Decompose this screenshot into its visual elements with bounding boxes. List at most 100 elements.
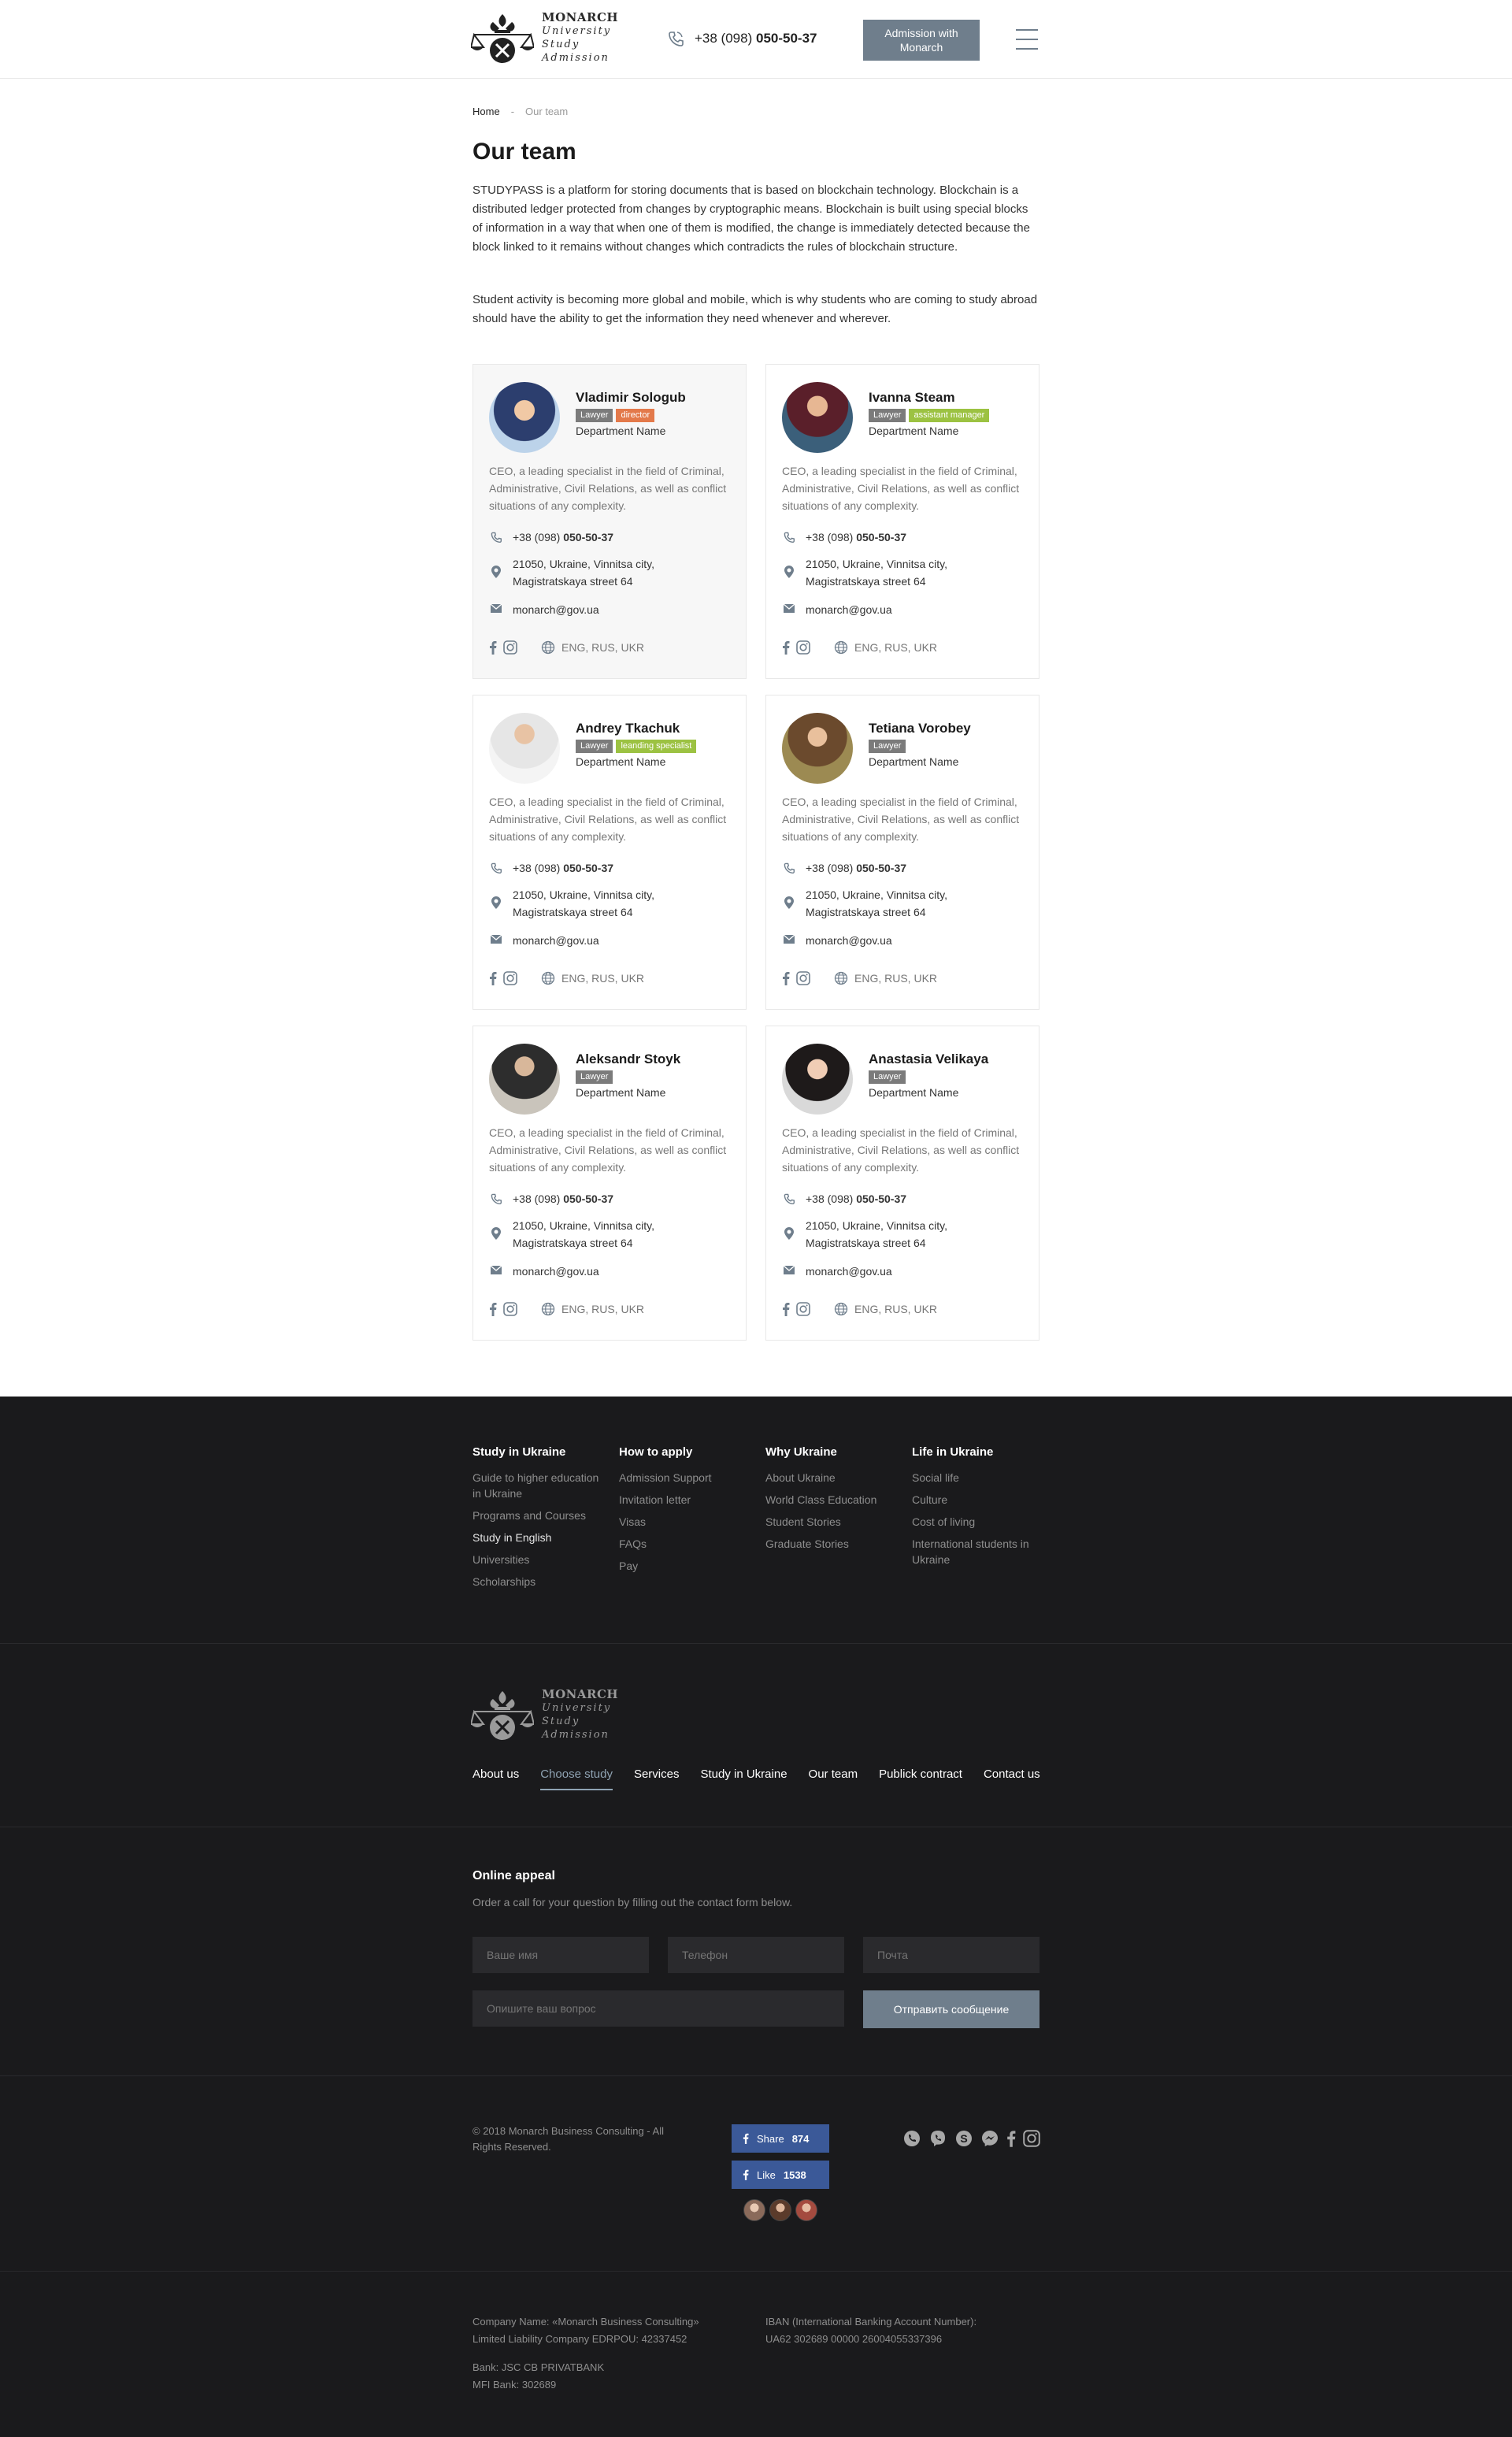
team-card: Vladimir Sologub Lawyer director Departme… (472, 364, 747, 679)
member-social-row: ENG, RUS, UKR (782, 971, 937, 985)
member-email[interactable]: monarch@gov.ua (782, 601, 892, 618)
phone-input[interactable] (668, 1937, 844, 1973)
facebook-like-button[interactable]: Like 1538 (732, 2161, 829, 2189)
footer-logo[interactable]: MONARCH University Study Admission (469, 1688, 621, 1745)
footer-column-title: How to apply (619, 1445, 693, 1459)
footer-link[interactable]: Study in English (472, 1530, 606, 1545)
site-header: MONARCH University Study Admission +38 (… (0, 0, 1512, 79)
instagram-icon[interactable] (1023, 2130, 1040, 2147)
footer-link[interactable]: FAQs (619, 1536, 753, 1552)
member-email[interactable]: monarch@gov.ua (782, 1263, 892, 1280)
footer-nav-item[interactable]: Contact us (984, 1767, 1040, 1790)
footer-link[interactable]: Universities (472, 1552, 606, 1567)
footer-link[interactable]: Graduate Stories (765, 1536, 899, 1552)
like-label: Like (757, 2168, 776, 2181)
like-count: 1538 (783, 2168, 806, 2181)
facebook-icon[interactable] (1006, 2130, 1016, 2147)
admission-button[interactable]: Admission with Monarch (863, 20, 980, 61)
instagram-icon[interactable] (503, 971, 517, 985)
footer-link[interactable]: International students in Ukraine (912, 1536, 1046, 1567)
avatar (489, 713, 560, 784)
member-address: 21050, Ukraine, Vinnitsa city, Magistrats… (782, 886, 947, 921)
member-description: CEO, a leading specialist in the field o… (489, 796, 727, 843)
footer-link[interactable]: Culture (912, 1492, 1046, 1508)
email-input[interactable] (863, 1937, 1040, 1973)
member-email[interactable]: monarch@gov.ua (489, 932, 599, 949)
facebook-icon[interactable] (782, 640, 790, 655)
footer-link[interactable]: Student Stories (765, 1514, 899, 1530)
footer-nav-item[interactable]: Services (634, 1767, 680, 1790)
footer-link[interactable]: Programs and Courses (472, 1508, 606, 1523)
footer-link[interactable]: Cost of living (912, 1514, 1046, 1530)
member-social-row: ENG, RUS, UKR (782, 1302, 937, 1316)
facebook-icon[interactable] (489, 640, 497, 655)
footer-column: Life in Ukraine Social life Culture Cost of… (912, 1445, 1046, 1574)
messenger-icon[interactable] (980, 2129, 999, 2148)
member-name: Ivanna Steam (869, 390, 955, 405)
company-name: Company Name: «Monarch Business Consulti… (472, 2316, 699, 2328)
role-badges: Lawyer director (576, 409, 655, 422)
header-phone[interactable]: +38 (098) 050-50-37 (668, 29, 817, 48)
facebook-icon[interactable] (489, 1302, 497, 1316)
bank-info: Bank: JSC CB PRIVATBANK MFI Bank: 302689 (472, 2359, 604, 2394)
footer-link[interactable]: Pay (619, 1558, 753, 1574)
member-name: Tetiana Vorobey (869, 721, 971, 736)
member-phone[interactable]: +38 (098) 050-50-37 (489, 859, 613, 877)
footer-column-title: Study in Ukraine (472, 1445, 566, 1459)
footer-link[interactable]: Social life (912, 1470, 1046, 1486)
member-email[interactable]: monarch@gov.ua (489, 1263, 599, 1280)
footer-link[interactable]: Invitation letter (619, 1492, 753, 1508)
member-phone-number: 050-50-37 (856, 862, 907, 874)
viber-icon[interactable] (928, 2129, 947, 2148)
member-name: Anastasia Velikaya (869, 1052, 989, 1066)
logo-line-admission: Admission (542, 1729, 610, 1741)
instagram-icon[interactable] (796, 971, 810, 985)
menu-icon[interactable] (1016, 29, 1038, 50)
member-phone[interactable]: +38 (098) 050-50-37 (782, 1190, 906, 1207)
member-phone[interactable]: +38 (098) 050-50-37 (489, 1190, 613, 1207)
member-email[interactable]: monarch@gov.ua (489, 601, 599, 618)
submit-button[interactable]: Отправить сообщение (863, 1990, 1040, 2028)
whatsapp-icon[interactable] (902, 2129, 921, 2148)
name-input[interactable] (472, 1937, 649, 1973)
footer-link[interactable]: Admission Support (619, 1470, 753, 1486)
team-card: Aleksandr Stoyk Lawyer Department Name C… (472, 1026, 747, 1341)
monarch-logo[interactable]: MONARCH University Study Admission (469, 11, 621, 68)
member-address-line-2: Magistratskaya street 64 (806, 1237, 926, 1249)
facebook-icon[interactable] (489, 971, 497, 985)
breadcrumb-home[interactable]: Home (472, 106, 500, 117)
instagram-icon[interactable] (796, 640, 810, 655)
member-email[interactable]: monarch@gov.ua (782, 932, 892, 949)
footer-column: How to apply Admission Support Invitation … (619, 1445, 753, 1580)
footer-logo-text: MONARCH University Study Admission (542, 1688, 618, 1742)
skype-icon[interactable]: S (954, 2129, 973, 2148)
footer-nav-item[interactable]: About us (472, 1767, 519, 1790)
footer-link[interactable]: Scholarships (472, 1574, 606, 1589)
facebook-icon[interactable] (782, 971, 790, 985)
member-description: CEO, a leading specialist in the field o… (782, 465, 1020, 512)
member-phone[interactable]: +38 (098) 050-50-37 (782, 529, 906, 546)
footer-link[interactable]: About Ukraine (765, 1470, 899, 1486)
member-phone[interactable]: +38 (098) 050-50-37 (782, 859, 906, 877)
instagram-icon[interactable] (796, 1302, 810, 1316)
facebook-share-button[interactable]: Share 874 (732, 2124, 829, 2153)
instagram-icon[interactable] (503, 640, 517, 655)
member-address-line-1: 21050, Ukraine, Vinnitsa city, (806, 888, 948, 901)
member-phone[interactable]: +38 (098) 050-50-37 (489, 529, 613, 546)
footer-link[interactable]: Guide to higher education in Ukraine (472, 1470, 606, 1501)
member-address: 21050, Ukraine, Vinnitsa city, Magistrats… (782, 1217, 947, 1252)
footer-nav-item[interactable]: Choose study (540, 1767, 613, 1790)
question-input[interactable] (472, 1990, 844, 2027)
role-badge: Lawyer (576, 740, 613, 753)
footer-nav-item[interactable]: Our team (809, 1767, 858, 1790)
footer-nav-item[interactable]: Study in Ukraine (700, 1767, 787, 1790)
footer-link[interactable]: Visas (619, 1514, 753, 1530)
globe-icon (541, 971, 555, 985)
instagram-icon[interactable] (503, 1302, 517, 1316)
footer-nav-item[interactable]: Publick contract (879, 1767, 962, 1790)
member-description: CEO, a leading specialist in the field o… (489, 1126, 727, 1174)
bank-name: Bank: JSC CB PRIVATBANK (472, 2361, 605, 2373)
footer-link[interactable]: World Class Education (765, 1492, 899, 1508)
facebook-icon[interactable] (782, 1302, 790, 1316)
avatar (782, 713, 853, 784)
